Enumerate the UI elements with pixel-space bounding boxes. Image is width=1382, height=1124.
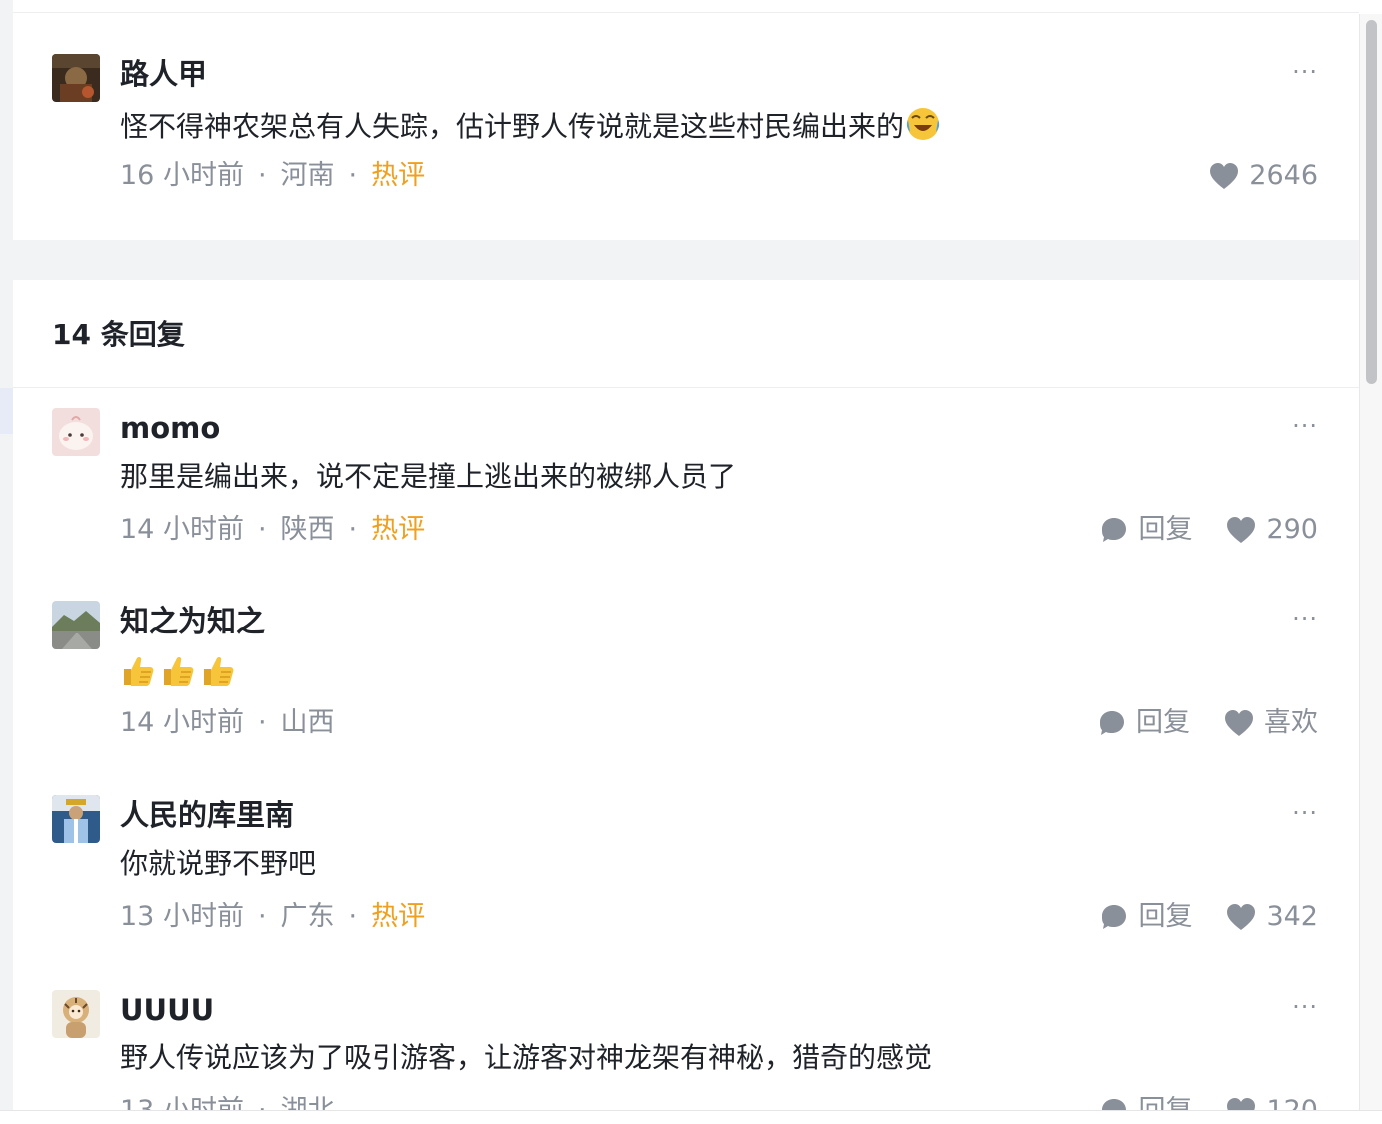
avatar[interactable]: [52, 408, 100, 456]
heart-icon: [1210, 163, 1239, 189]
comment-meta: 13 小时前 · 广东 · 热评: [120, 901, 426, 932]
reply-button[interactable]: 回复: [1100, 512, 1192, 548]
comment-text: 野人传说应该为了吸引游客，让游客对神龙架有神秘，猎奇的感觉: [120, 1041, 933, 1074]
reply-button[interactable]: 回复: [1100, 899, 1192, 935]
comment-author[interactable]: UUUU: [120, 992, 214, 1028]
avatar[interactable]: [52, 795, 100, 843]
window-bottom-edge: [0, 1110, 1382, 1124]
comment-author[interactable]: 人民的库里南: [120, 797, 294, 833]
comment-author[interactable]: 知之为知之: [120, 603, 265, 639]
comment-detail-panel: 路人甲 怪不得神农架总有人失踪，估计野人传说就是这些村民编出来的 16 小时前 ·…: [13, 0, 1359, 1112]
divider: [13, 387, 1359, 388]
heart-icon: [1227, 517, 1256, 543]
hot-comment-badge: 热评: [371, 160, 426, 191]
like-button[interactable]: 290: [1226, 512, 1318, 548]
comment-text: [120, 651, 240, 689]
reply-label: 回复: [1136, 707, 1190, 738]
comment-actions: 回复 喜欢: [1098, 705, 1318, 741]
thumbs-up-icon: [160, 653, 196, 689]
comment-time: 14 小时前: [120, 514, 244, 545]
comment-location: 河南: [280, 160, 335, 191]
speech-bubble-icon: [1100, 711, 1124, 735]
scrollbar[interactable]: [1359, 14, 1382, 1112]
comment-time: 14 小时前: [120, 707, 244, 738]
like-count: 290: [1266, 514, 1318, 545]
comment-meta: 14 小时前 · 陕西 · 热评: [120, 514, 426, 545]
comment-meta: 14 小时前 · 山西: [120, 707, 335, 738]
more-options-icon[interactable]: ···: [1292, 995, 1318, 1019]
reply-label: 回复: [1138, 901, 1193, 932]
comment-location: 广东: [280, 901, 335, 932]
thumbs-up-icon: [120, 653, 156, 689]
avatar[interactable]: [52, 601, 100, 649]
comment-meta: 16 小时前 · 河南 · 热评: [120, 160, 426, 191]
scrollbar-thumb[interactable]: [1366, 20, 1377, 384]
hot-comment-badge: 热评: [371, 901, 426, 932]
reply-button[interactable]: 回复: [1098, 705, 1190, 741]
comment-actions: 2646: [1209, 158, 1318, 194]
avatar[interactable]: [52, 990, 100, 1038]
comment-location: 山西: [280, 707, 335, 738]
hot-comment-badge: 热评: [371, 514, 426, 545]
heart-icon: [1225, 710, 1253, 736]
like-button[interactable]: 喜欢: [1224, 705, 1318, 741]
more-options-icon[interactable]: ···: [1292, 60, 1318, 84]
more-options-icon[interactable]: ···: [1292, 414, 1318, 438]
like-button[interactable]: 2646: [1209, 158, 1318, 194]
speech-bubble-icon: [1102, 905, 1127, 929]
comment-author[interactable]: 路人甲: [120, 56, 207, 92]
background-page-edge: [0, 0, 13, 1124]
more-options-icon[interactable]: ···: [1292, 607, 1318, 631]
section-divider: [13, 240, 1359, 280]
more-options-icon[interactable]: ···: [1292, 801, 1318, 825]
crying-laughing-emoji-icon: [904, 104, 942, 152]
like-label: 喜欢: [1264, 707, 1318, 738]
like-button[interactable]: 342: [1226, 899, 1318, 935]
like-count: 2646: [1249, 160, 1318, 191]
reply-label: 回复: [1138, 514, 1193, 545]
thumbs-up-icon: [200, 653, 236, 689]
heart-icon: [1227, 904, 1256, 930]
comment-time: 16 小时前: [120, 160, 244, 191]
comment-actions: 回复 342: [1100, 899, 1318, 935]
avatar[interactable]: [52, 54, 100, 102]
comment-text: 那里是编出来，说不定是撞上逃出来的被绑人员了: [120, 460, 737, 493]
comment-location: 陕西: [280, 514, 335, 545]
comment-actions: 回复 290: [1100, 512, 1318, 548]
comment-text: 你就说野不野吧: [120, 847, 317, 880]
like-count: 342: [1266, 901, 1318, 932]
comment-text: 怪不得神农架总有人失踪，估计野人传说就是这些村民编出来的: [120, 104, 942, 152]
comment-author[interactable]: momo: [120, 410, 220, 446]
speech-bubble-icon: [1102, 518, 1127, 542]
replies-count-title: 14 条回复: [52, 318, 185, 351]
comment-time: 13 小时前: [120, 901, 244, 932]
